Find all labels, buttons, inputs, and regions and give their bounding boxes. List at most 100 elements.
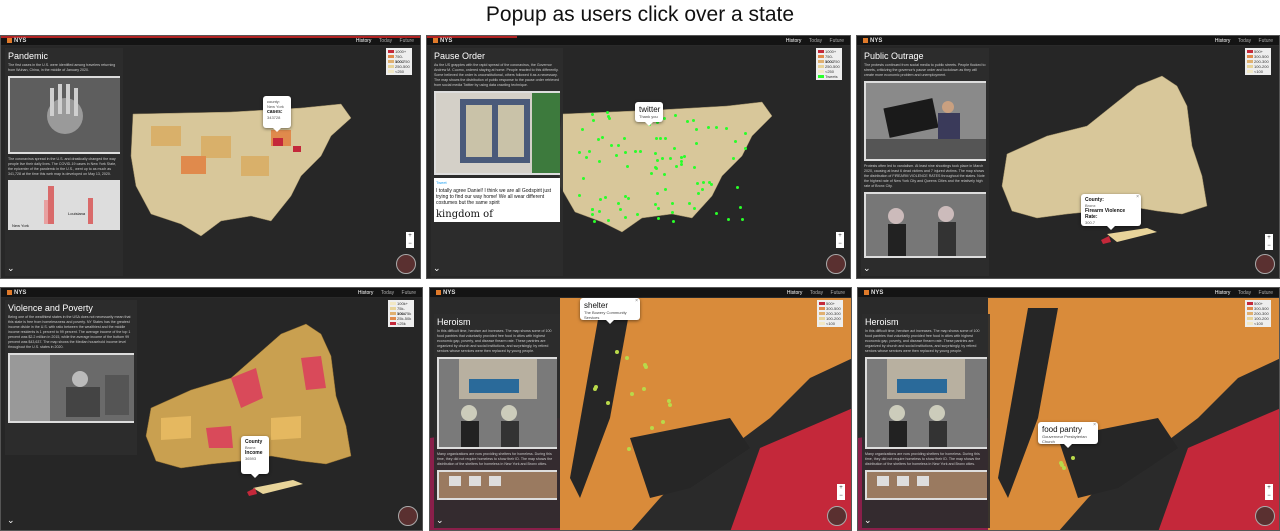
tweet-marker[interactable] bbox=[739, 205, 743, 209]
story-panel[interactable]: Heroism In this difficult time, heroism … bbox=[434, 314, 560, 528]
app-logo[interactable]: NYS bbox=[433, 38, 452, 44]
app-logo[interactable]: NYS bbox=[864, 290, 883, 296]
story-panel[interactable]: Public Outrage The protests continued fr… bbox=[861, 48, 989, 276]
chevron-down-icon[interactable]: ⌄ bbox=[433, 263, 441, 274]
tweet-marker[interactable] bbox=[600, 135, 604, 139]
story-panel[interactable]: Violence and Poverty Being one of the we… bbox=[5, 300, 137, 455]
tab-today[interactable]: Today bbox=[381, 290, 394, 296]
tweet-marker[interactable] bbox=[623, 150, 627, 154]
app-logo[interactable]: NYS bbox=[863, 38, 882, 44]
tweet-marker[interactable] bbox=[578, 150, 582, 154]
tweet-marker[interactable] bbox=[675, 164, 679, 168]
tab-today[interactable]: Today bbox=[809, 38, 822, 44]
profile-avatar[interactable] bbox=[826, 254, 846, 274]
tweet-marker[interactable] bbox=[638, 149, 642, 153]
tweet-marker[interactable] bbox=[625, 164, 629, 168]
zoom-control[interactable]: + − bbox=[836, 232, 844, 248]
food-pantry-popup[interactable]: × food pantry Gouverneur Presbyterian Ch… bbox=[1038, 422, 1098, 448]
chevron-down-icon[interactable]: ⌄ bbox=[7, 263, 15, 274]
story-panel[interactable]: Pandemic The first cases in the U.S. wer… bbox=[5, 48, 123, 276]
tweet-marker[interactable] bbox=[735, 185, 739, 189]
food-pantry-marker[interactable] bbox=[1070, 455, 1075, 460]
tab-history[interactable]: History bbox=[1215, 38, 1231, 44]
tweet-marker[interactable] bbox=[626, 196, 630, 200]
tweet-marker[interactable] bbox=[614, 154, 618, 158]
shelter-marker[interactable] bbox=[660, 420, 665, 425]
tab-future[interactable]: Future bbox=[830, 38, 844, 44]
profile-avatar[interactable] bbox=[1255, 506, 1275, 526]
chevron-down-icon[interactable]: ⌄ bbox=[863, 263, 871, 274]
close-icon[interactable]: × bbox=[635, 298, 638, 304]
chevron-down-icon[interactable]: ⌄ bbox=[7, 515, 15, 526]
tweet-marker[interactable] bbox=[590, 212, 594, 216]
tab-future[interactable]: Future bbox=[400, 38, 414, 44]
tweet-marker[interactable] bbox=[656, 206, 660, 210]
tweet-marker[interactable] bbox=[653, 165, 657, 169]
close-icon[interactable]: × bbox=[1136, 194, 1139, 200]
tab-history[interactable]: History bbox=[356, 38, 372, 44]
tweet-marker[interactable] bbox=[679, 162, 683, 166]
app-logo[interactable]: NYS bbox=[436, 290, 455, 296]
tab-future[interactable]: Future bbox=[831, 290, 845, 296]
chevron-down-icon[interactable]: ⌄ bbox=[436, 515, 444, 526]
tweet-marker[interactable] bbox=[660, 156, 664, 160]
tab-future[interactable]: Future bbox=[1259, 38, 1273, 44]
tab-future[interactable]: Future bbox=[1259, 290, 1273, 296]
shelter-marker[interactable] bbox=[644, 364, 649, 369]
tab-history[interactable]: History bbox=[787, 290, 803, 296]
shelter-popup[interactable]: × shelter The Bowery Community Services bbox=[580, 298, 640, 324]
tweet-marker[interactable] bbox=[692, 206, 696, 210]
tweet-marker[interactable] bbox=[591, 118, 595, 122]
tweet-marker[interactable] bbox=[623, 216, 627, 220]
tweet-marker[interactable] bbox=[744, 146, 748, 150]
tweet-marker[interactable] bbox=[605, 111, 609, 115]
tab-future[interactable]: Future bbox=[402, 290, 416, 296]
county-popup[interactable]: County Bronx Income 36593 bbox=[241, 436, 269, 478]
profile-avatar[interactable] bbox=[396, 254, 416, 274]
tweet-marker[interactable] bbox=[662, 172, 666, 176]
zoom-control[interactable]: + − bbox=[837, 484, 845, 500]
profile-avatar[interactable] bbox=[827, 506, 847, 526]
story-panel[interactable]: Pause Order As the US grapples with the … bbox=[431, 48, 563, 276]
tweet-card[interactable]: Tweet I totally agree Daniel! I think we… bbox=[434, 178, 560, 222]
tweet-marker[interactable] bbox=[692, 165, 696, 169]
tweet-marker[interactable] bbox=[603, 196, 607, 199]
tab-history[interactable]: History bbox=[1215, 290, 1231, 296]
tweet-marker[interactable] bbox=[724, 127, 728, 131]
shelter-marker[interactable] bbox=[592, 386, 597, 391]
tweet-marker[interactable] bbox=[598, 209, 602, 213]
tweet-marker[interactable] bbox=[694, 141, 698, 145]
tweet-marker[interactable] bbox=[674, 113, 678, 117]
tweet-marker[interactable] bbox=[654, 136, 658, 140]
tweet-marker[interactable] bbox=[700, 187, 704, 191]
tweet-marker[interactable] bbox=[727, 217, 731, 221]
story-panel[interactable]: Heroism In this difficult time, heroism … bbox=[862, 314, 990, 528]
tweet-marker[interactable] bbox=[606, 115, 610, 119]
shelter-marker[interactable] bbox=[625, 355, 630, 360]
zoom-control[interactable]: + − bbox=[406, 232, 414, 248]
tab-today[interactable]: Today bbox=[1238, 290, 1251, 296]
twitter-popup[interactable]: twitter Thank you bbox=[635, 102, 663, 126]
tab-history[interactable]: History bbox=[786, 38, 802, 44]
shelter-marker[interactable] bbox=[606, 400, 610, 405]
close-icon[interactable]: × bbox=[1093, 422, 1096, 428]
tab-today[interactable]: Today bbox=[810, 290, 823, 296]
app-logo[interactable]: NYS bbox=[7, 38, 26, 44]
tweet-marker[interactable] bbox=[682, 155, 686, 159]
zoom-control[interactable]: + − bbox=[1265, 234, 1273, 250]
tab-today[interactable]: Today bbox=[379, 38, 392, 44]
tab-history[interactable]: History bbox=[358, 290, 374, 296]
chevron-down-icon[interactable]: ⌄ bbox=[864, 515, 872, 526]
zoom-control[interactable]: + − bbox=[1265, 484, 1273, 500]
tweet-marker[interactable] bbox=[592, 219, 596, 223]
tweet-marker[interactable] bbox=[590, 207, 594, 211]
app-logo[interactable]: NYS bbox=[7, 290, 26, 296]
tweet-marker[interactable] bbox=[732, 156, 736, 160]
tweet-marker[interactable] bbox=[733, 140, 737, 144]
tweet-marker[interactable] bbox=[598, 159, 602, 163]
tweet-marker[interactable] bbox=[617, 143, 621, 147]
tab-today[interactable]: Today bbox=[1238, 38, 1251, 44]
profile-avatar[interactable] bbox=[1255, 254, 1275, 274]
tweet-marker[interactable] bbox=[707, 125, 711, 129]
county-popup[interactable]: × County: Bronx Firearm Violence Rate: 3… bbox=[1081, 194, 1141, 230]
